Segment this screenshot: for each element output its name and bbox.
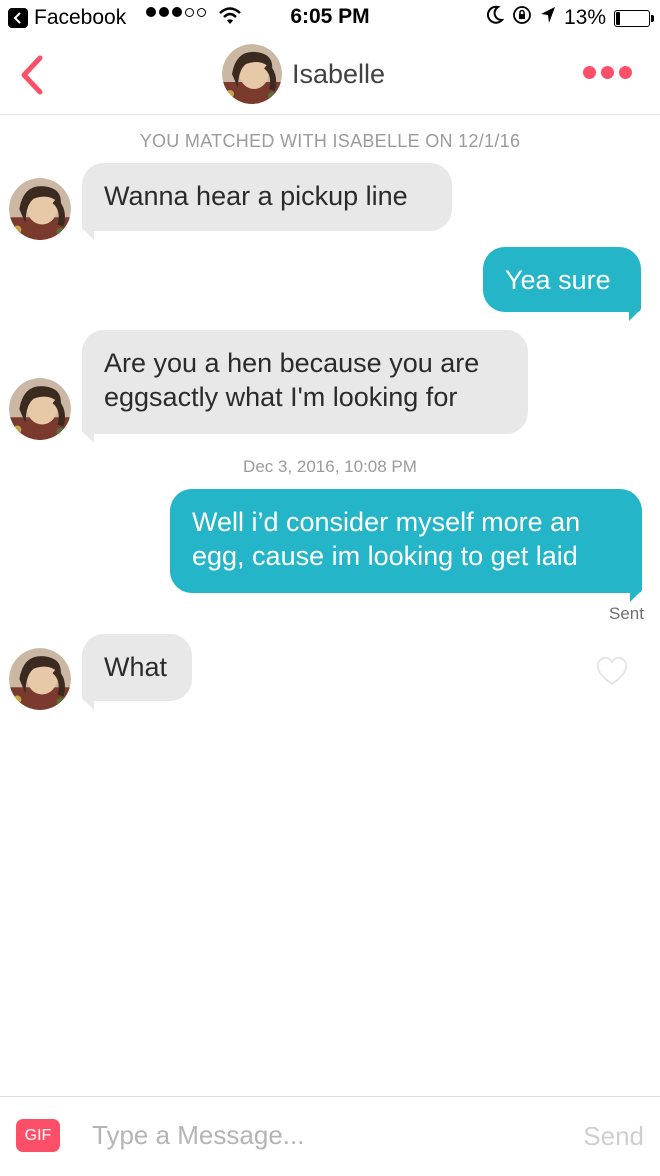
gif-button[interactable]: GIF (16, 1119, 60, 1152)
message-bubble-incoming[interactable]: Are you a hen because you are eggsactly … (82, 330, 528, 434)
avatar[interactable] (9, 648, 71, 710)
status-right: 13% (486, 5, 654, 31)
message-input[interactable] (92, 1113, 532, 1157)
bubble-tail (82, 698, 94, 710)
chat-header: Isabelle (0, 36, 660, 115)
orientation-lock-icon (512, 5, 532, 31)
send-button[interactable]: Send (583, 1121, 644, 1152)
sent-status: Sent (609, 604, 644, 623)
message-text: Wanna hear a pickup line (104, 181, 408, 211)
back-chevron-icon[interactable] (14, 54, 50, 96)
message-text: Well i’d consider myself more an egg, ca… (192, 507, 581, 571)
moon-icon (486, 5, 505, 31)
location-arrow-icon (540, 6, 556, 30)
message-timestamp: Dec 3, 2016, 10:08 PM (243, 457, 417, 476)
bubble-tail (629, 309, 641, 321)
status-bar: Facebook 6:05 PM 13% (0, 0, 660, 36)
message-text: What (104, 652, 168, 682)
heart-icon[interactable] (595, 655, 629, 687)
message-bubble-outgoing[interactable]: Yea sure (483, 247, 641, 312)
contact-header[interactable]: Isabelle (222, 44, 385, 104)
more-dots-icon[interactable] (583, 66, 632, 79)
message-bubble-incoming[interactable]: Wanna hear a pickup line (82, 163, 452, 231)
message-bubble-incoming[interactable]: What (82, 634, 192, 701)
contact-name: Isabelle (292, 58, 386, 89)
avatar[interactable] (9, 178, 71, 240)
message-text: Are you a hen because you are eggsactly … (104, 348, 480, 412)
match-notice: YOU MATCHED WITH ISABELLE ON 12/1/16 (139, 131, 521, 151)
message-composer: GIF Send (0, 1096, 660, 1176)
battery-icon (614, 9, 654, 27)
bubble-tail (630, 590, 642, 602)
message-bubble-outgoing[interactable]: Well i’d consider myself more an egg, ca… (170, 489, 642, 593)
message-text: Yea sure (505, 265, 611, 295)
bubble-tail (82, 228, 94, 240)
avatar[interactable] (9, 378, 71, 440)
bubble-tail (82, 431, 94, 443)
avatar (222, 44, 282, 104)
battery-text: 13% (563, 6, 606, 29)
battery-fill (616, 11, 620, 25)
